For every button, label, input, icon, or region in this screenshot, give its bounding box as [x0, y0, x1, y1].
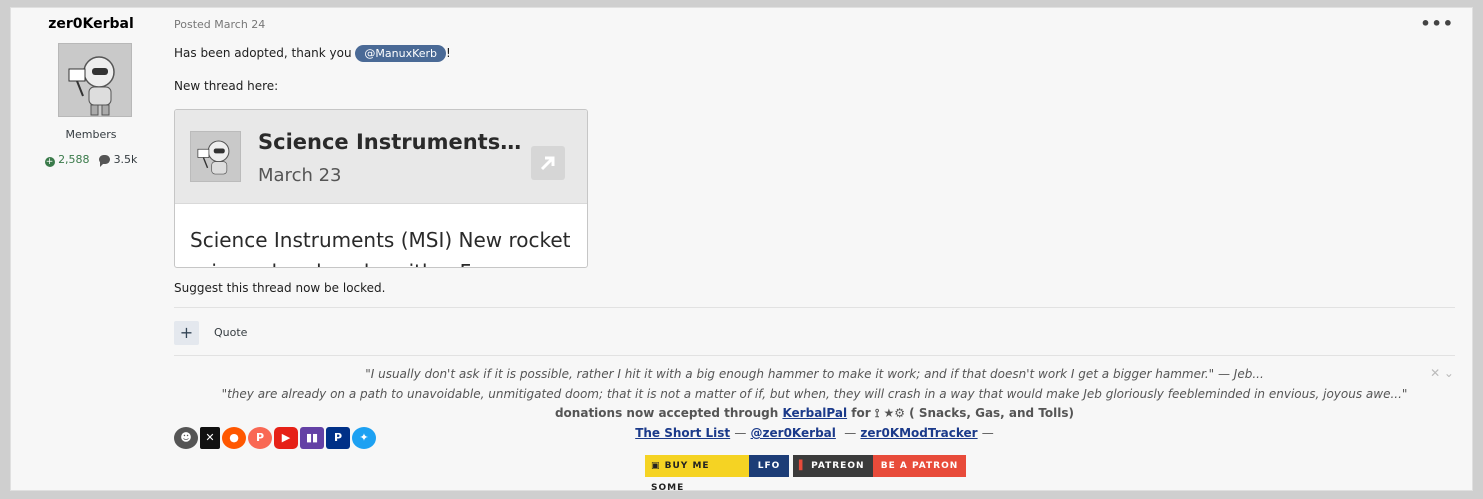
- bmc-label: ▣ BUY ME SOME: [645, 455, 749, 493]
- mod-tracker-link[interactable]: zer0KModTracker: [860, 426, 977, 440]
- separator: —: [844, 426, 857, 440]
- author-stats: + 2,588 3.5k: [11, 153, 171, 167]
- post-text-line: Has been adopted, thank you @ManuxKerb!: [174, 45, 451, 62]
- kerbal-logo-icon[interactable]: ✕: [200, 427, 220, 449]
- embed-title[interactable]: Science Instruments (MSI) New rocket: [258, 130, 523, 154]
- be-a-patron-label: BE A PATRON: [873, 455, 966, 477]
- author-avatar[interactable]: [58, 43, 132, 117]
- embed-excerpt: Science Instruments (MSI) New rocket sci…: [190, 228, 571, 267]
- donations-text: donations now accepted through: [554, 406, 779, 420]
- reputation-icon: +: [44, 157, 55, 167]
- patreon-text: PATREON: [811, 461, 865, 471]
- twitch-icon[interactable]: ▮▮: [300, 427, 324, 449]
- external-link-icon[interactable]: [531, 146, 565, 180]
- patreon-icon[interactable]: P: [248, 427, 272, 449]
- embed-date: March 23: [258, 165, 342, 186]
- short-list-link[interactable]: The Short List: [635, 426, 730, 440]
- embed-thumbnail: [190, 131, 241, 182]
- post-count: 3.5k: [113, 153, 138, 166]
- separator: —: [734, 426, 747, 440]
- post-text-suffix: !: [446, 46, 451, 60]
- author-name[interactable]: zer0Kerbal: [11, 16, 171, 32]
- post-text: Has been adopted, thank you: [174, 46, 352, 60]
- thread-embed-card[interactable]: Science Instruments (MSI) New rocket Mar…: [174, 109, 588, 268]
- author-group: Members: [65, 128, 117, 141]
- divider: [174, 355, 1455, 356]
- separator: —: [981, 426, 994, 440]
- signature-donations: donations now accepted through KerbalPal…: [174, 406, 1455, 421]
- patreon-badge[interactable]: ▌ PATREON BE A PATRON: [793, 455, 966, 477]
- reddit-icon[interactable]: ●: [222, 427, 246, 449]
- bmc-text: BUY ME SOME: [651, 461, 710, 493]
- twitter-icon[interactable]: ✦: [352, 427, 376, 449]
- divider: [174, 307, 1455, 308]
- post-text-line: Suggest this thread now be locked.: [174, 281, 386, 295]
- signature-quote: "I usually don't ask if it is possible, …: [365, 367, 1264, 381]
- forum-post: zer0Kerbal Members + 2,588 3.5k Posted M…: [10, 7, 1473, 493]
- buy-me-lfo-badge[interactable]: ▣ BUY ME SOME LFO: [645, 455, 789, 493]
- post-text-line: New thread here:: [174, 79, 279, 93]
- add-multiquote-button[interactable]: +: [174, 321, 199, 345]
- lfo-label: LFO: [749, 455, 789, 477]
- reputation-count: 2,588: [58, 153, 90, 166]
- patreon-small-icon: ▌: [799, 461, 807, 471]
- kerbal-robot-icon[interactable]: ☻: [174, 427, 198, 449]
- post-date[interactable]: Posted March 24: [174, 18, 265, 31]
- user-mention[interactable]: @ManuxKerb: [355, 45, 447, 62]
- kerbalpal-link[interactable]: KerbalPal: [782, 406, 847, 420]
- ellipsis-icon[interactable]: •••: [1420, 14, 1454, 33]
- youtube-icon[interactable]: ▶: [274, 427, 298, 449]
- quote-button[interactable]: Quote: [214, 326, 247, 339]
- comment-bubble-icon: [99, 155, 111, 167]
- signature-quote: "they are already on a path to unavoidab…: [221, 387, 1408, 401]
- patreon-label: ▌ PATREON: [793, 455, 873, 477]
- embed-header: Science Instruments (MSI) New rocket Mar…: [175, 110, 587, 204]
- donations-suffix: for ⟟ ★⚙ ( Snacks, Gas, and Tolls): [851, 406, 1075, 420]
- paypal-icon[interactable]: P: [326, 427, 350, 449]
- social-icons: ☻ ✕ ● P ▶ ▮▮ P ✦: [174, 425, 376, 451]
- twitter-handle-link[interactable]: @zer0Kerbal: [751, 426, 836, 440]
